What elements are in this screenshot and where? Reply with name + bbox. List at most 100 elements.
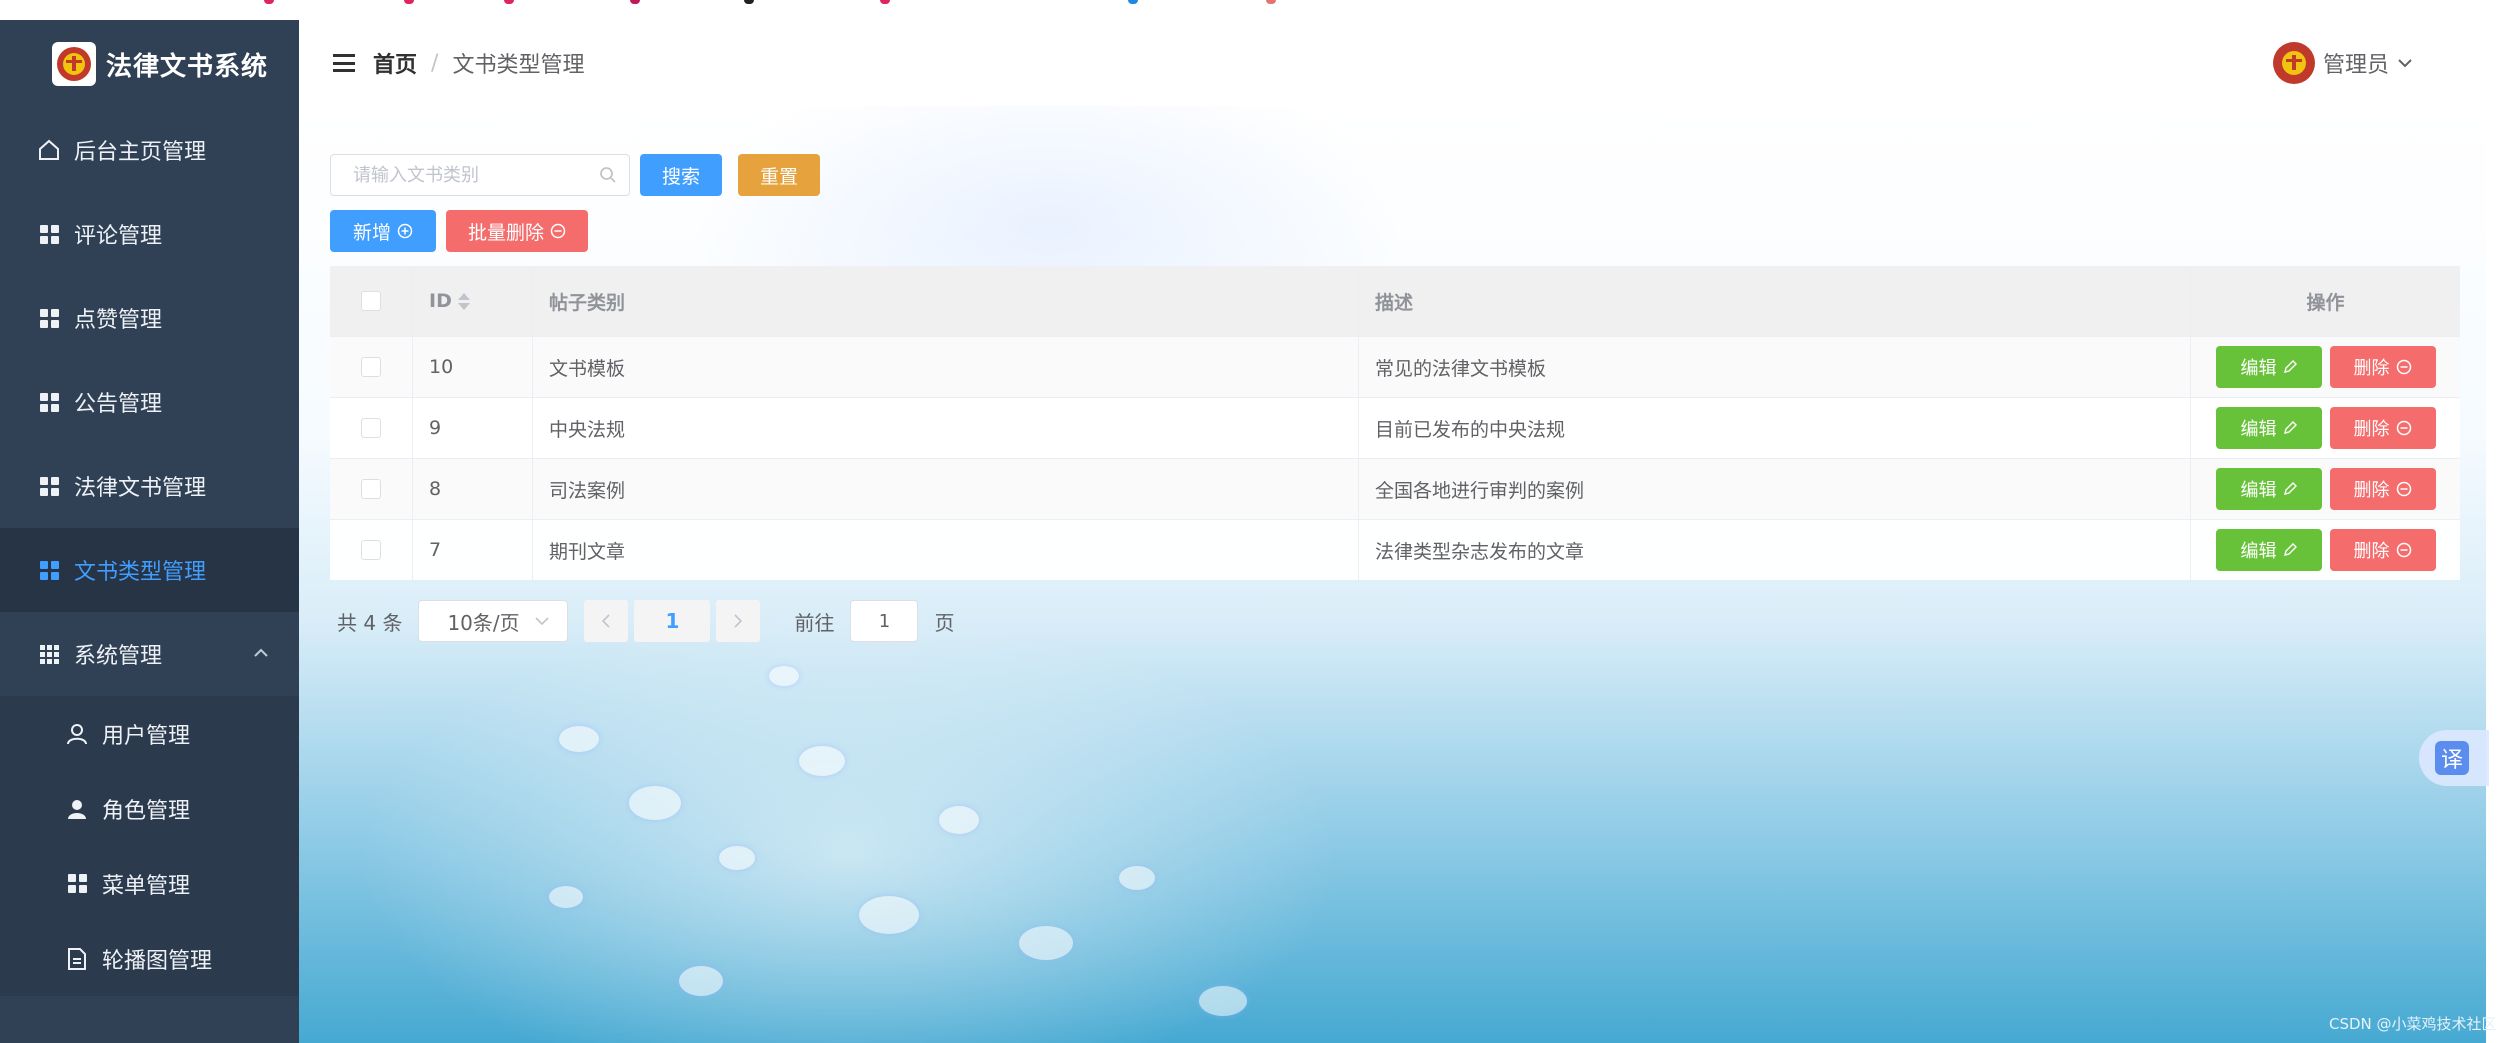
edit-icon: [2283, 360, 2297, 373]
sidebar-item-likes[interactable]: 点赞管理: [0, 276, 299, 360]
cell-id: 8: [413, 459, 533, 519]
breadcrumb-separator: /: [431, 50, 439, 76]
grid-icon: [38, 391, 60, 413]
user-dropdown[interactable]: 管理员: [2272, 42, 2413, 84]
grid-icon: [38, 223, 60, 245]
page-size-select[interactable]: 10条/页: [418, 600, 569, 642]
page-size-value: 10条/页: [447, 610, 520, 635]
select-all-checkbox[interactable]: [361, 291, 381, 311]
chevron-down-icon: [535, 616, 550, 625]
edit-icon: [2283, 482, 2297, 495]
goto-prefix: 前往: [794, 610, 835, 635]
cell-ops: 编辑 删除: [2191, 337, 2460, 397]
delete-button-label: 删除: [2353, 419, 2390, 440]
sidebar-item-label: 系统管理: [74, 644, 163, 669]
search-field[interactable]: [330, 154, 630, 196]
breadcrumb-home-link[interactable]: 首页: [373, 47, 417, 79]
search-input[interactable]: [353, 164, 599, 186]
minus-circle-icon: [2396, 481, 2411, 497]
edit-icon: [2283, 421, 2297, 434]
edit-button[interactable]: 编辑: [2215, 529, 2322, 571]
sidebar-item-label: 法律文书管理: [74, 476, 207, 501]
sidebar-item-dashboard[interactable]: 后台主页管理: [0, 108, 299, 192]
column-header-label: 操作: [2306, 291, 2345, 314]
batch-delete-button[interactable]: 批量删除: [446, 210, 588, 252]
sidebar-item-system[interactable]: 系统管理: [0, 612, 299, 696]
document-icon: [66, 947, 88, 970]
sort-icon[interactable]: [457, 292, 470, 310]
table-row: 7 期刊文章 法律类型杂志发布的文章 编辑 删除: [330, 519, 2460, 580]
goto-suffix: 页: [934, 610, 955, 635]
column-header-id[interactable]: ID: [413, 266, 533, 336]
apps-icon: [38, 643, 60, 665]
search-button[interactable]: 搜索: [640, 154, 722, 196]
delete-button[interactable]: 删除: [2329, 407, 2436, 449]
cell-desc: 目前已发布的中央法规: [1359, 398, 2191, 458]
delete-button[interactable]: 删除: [2329, 529, 2436, 571]
column-header-type: 帖子类别: [533, 266, 1359, 336]
translate-button[interactable]: 译: [2419, 730, 2489, 786]
sidebar-item-label: 菜单管理: [102, 873, 191, 899]
tab-indicator: [264, 0, 274, 4]
sidebar-item-label: 评论管理: [74, 224, 163, 249]
batch-delete-button-label: 批量删除: [467, 221, 544, 244]
delete-button-label: 删除: [2353, 480, 2390, 501]
cell-desc: 常见的法律文书模板: [1359, 337, 2191, 397]
edit-button-label: 编辑: [2240, 419, 2277, 440]
prev-page-button[interactable]: [584, 600, 629, 642]
pagination: 共 4 条 10条/页 1 前往 页: [337, 600, 954, 642]
sidebar-item-menus[interactable]: 菜单管理: [0, 846, 299, 921]
table-row: 9 中央法规 目前已发布的中央法规 编辑 删除: [330, 397, 2460, 458]
chevron-up-icon: [254, 648, 268, 657]
system-submenu: 用户管理 角色管理 菜单管理 轮播图管理: [0, 696, 299, 996]
edit-button-label: 编辑: [2240, 358, 2277, 379]
next-page-button[interactable]: [716, 600, 761, 642]
sidebar-item-carousel[interactable]: 轮播图管理: [0, 921, 299, 996]
sidebar-item-users[interactable]: 用户管理: [0, 696, 299, 771]
sidebar-item-legal-docs[interactable]: 法律文书管理: [0, 444, 299, 528]
column-header-ops: 操作: [2191, 266, 2460, 336]
page-number-current[interactable]: 1: [634, 600, 711, 642]
table-row: 10 文书模板 常见的法律文书模板 编辑 删除: [330, 336, 2460, 397]
row-checkbox[interactable]: [361, 418, 381, 438]
cell-type: 文书模板: [533, 337, 1359, 397]
right-edge-strip: [2486, 20, 2515, 1043]
sidebar-item-comments[interactable]: 评论管理: [0, 192, 299, 276]
goto-page-input[interactable]: [850, 600, 919, 642]
top-header: 首页 / 文书类型管理 管理员: [299, 20, 2459, 106]
search-icon: [600, 167, 616, 183]
delete-button[interactable]: 删除: [2329, 468, 2436, 510]
cell-type: 中央法规: [533, 398, 1359, 458]
reset-button[interactable]: 重置: [738, 154, 820, 196]
watermark: CSDN @小菜鸡技术社区: [2329, 1015, 2497, 1033]
tab-indicator: [630, 0, 640, 4]
doc-type-table: ID 帖子类别 描述 操作 10 文书模板 常见的法律文书模板 编辑 删除 9: [330, 266, 2460, 580]
cell-type: 司法案例: [533, 459, 1359, 519]
minus-circle-icon: [2396, 359, 2411, 375]
menu-toggle-icon[interactable]: [333, 54, 355, 72]
sidebar-item-label: 轮播图管理: [102, 948, 213, 974]
add-button[interactable]: 新增: [330, 210, 436, 252]
row-checkbox[interactable]: [361, 479, 381, 499]
cell-ops: 编辑 删除: [2191, 459, 2460, 519]
translate-icon: 译: [2435, 741, 2469, 775]
edit-button[interactable]: 编辑: [2215, 468, 2322, 510]
sidebar-item-announcements[interactable]: 公告管理: [0, 360, 299, 444]
delete-button[interactable]: 删除: [2329, 346, 2436, 388]
breadcrumb-current: 文书类型管理: [452, 53, 585, 78]
sidebar-item-doc-types[interactable]: 文书类型管理: [0, 528, 299, 612]
user-name: 管理员: [2322, 53, 2389, 78]
sidebar-item-roles[interactable]: 角色管理: [0, 771, 299, 846]
edit-button[interactable]: 编辑: [2215, 346, 2322, 388]
cell-id: 7: [413, 520, 533, 580]
table-row: 8 司法案例 全国各地进行审判的案例 编辑 删除: [330, 458, 2460, 519]
row-checkbox[interactable]: [361, 357, 381, 377]
column-header-label: 帖子类别: [549, 291, 626, 314]
court-emblem-logo: [52, 42, 96, 86]
row-checkbox[interactable]: [361, 540, 381, 560]
grid-icon: [38, 307, 60, 329]
minus-circle-icon: [550, 223, 566, 239]
edit-button[interactable]: 编辑: [2215, 407, 2322, 449]
tab-indicator: [744, 0, 754, 4]
breadcrumb: 首页 / 文书类型管理: [373, 47, 584, 79]
